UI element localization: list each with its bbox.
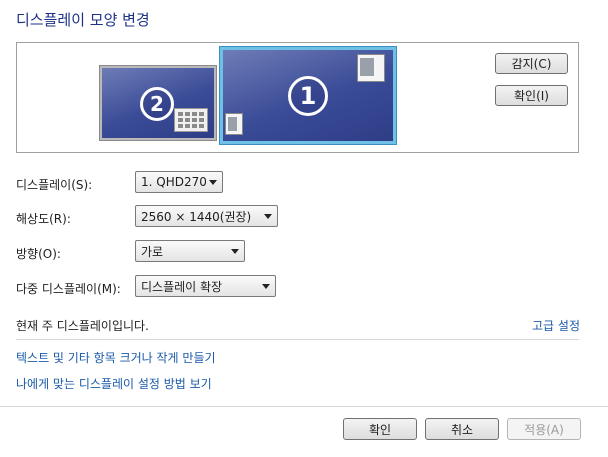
calculator-window-icon [174,108,208,132]
divider [16,339,579,340]
orientation-select[interactable]: 가로 [135,240,245,262]
chevron-down-icon [264,214,272,219]
page-title: 디스플레이 모양 변경 [16,11,150,29]
detect-button[interactable]: 감지(C) [495,53,568,74]
monitor-1-number: 1 [288,76,328,116]
orientation-select-value: 가로 [141,244,164,259]
monitor-2-number: 2 [140,87,174,121]
chevron-down-icon [231,249,239,254]
text-size-link[interactable]: 텍스트 및 기타 항목 크거나 작게 만들기 [16,349,216,366]
ok-button[interactable]: 확인 [343,418,417,440]
monitor-2-thumbnail[interactable]: 2 [99,65,217,141]
window-thumbnail-icon [357,54,385,82]
resolution-select[interactable]: 2560 × 1440(권장) [135,205,278,227]
identify-button[interactable]: 확인(I) [495,85,568,106]
display-select-value: 1. QHD270 [141,175,207,189]
display-settings-help-link[interactable]: 나에게 맞는 디스플레이 설정 방법 보기 [16,375,212,392]
multiple-displays-label: 다중 디스플레이(M): [16,282,121,296]
monitor-1-thumbnail[interactable]: 1 [219,46,397,145]
resolution-select-value: 2560 × 1440(권장) [141,209,252,224]
display-label: 디스플레이(S): [16,178,93,192]
primary-display-status: 현재 주 디스플레이입니다. [16,319,149,333]
resolution-label: 해상도(R): [16,212,71,226]
advanced-settings-link[interactable]: 고급 설정 [532,317,580,334]
multiple-displays-select-value: 디스플레이 확장 [141,279,223,294]
footer-divider [0,406,608,407]
apply-button[interactable]: 적용(A) [507,418,581,440]
chevron-down-icon [209,180,217,185]
chevron-down-icon [262,284,270,289]
orientation-label: 방향(O): [16,247,61,261]
multiple-displays-select[interactable]: 디스플레이 확장 [135,275,276,297]
window-thumbnail-icon [225,113,243,135]
cancel-button[interactable]: 취소 [425,418,499,440]
display-select[interactable]: 1. QHD270 [135,171,223,193]
